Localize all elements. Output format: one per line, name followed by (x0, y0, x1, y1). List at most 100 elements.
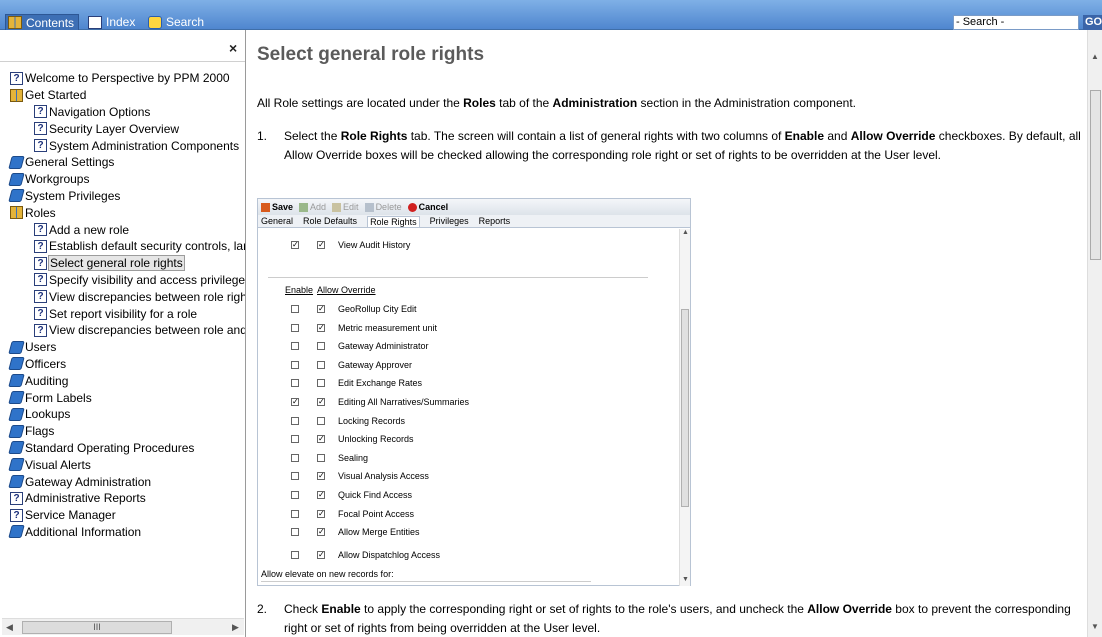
tab-search-label: Search (166, 15, 205, 29)
go-button[interactable]: GO (1083, 15, 1102, 30)
help-topic-icon: ? (34, 273, 47, 287)
tree-item[interactable]: Auditing (0, 372, 245, 389)
checked-checkbox: ✓ (317, 471, 325, 481)
scroll-left-icon[interactable]: ◀ (6, 622, 13, 633)
tree-item[interactable]: ? Set report visibility for a role (0, 305, 245, 322)
tree-item-label: Welcome to Perspective by PPM 2000 (25, 71, 230, 86)
right-label: Allow Dispatchlog Access (338, 550, 441, 560)
tree-item[interactable]: ? Navigation Options (0, 104, 245, 121)
tree-item[interactable]: Get Started (0, 87, 245, 104)
help-toolbar: Contents Index Search - Search - GO (0, 0, 1102, 31)
tree-item-label: Flags (25, 424, 55, 439)
closed-book-icon (8, 458, 25, 472)
toolbar-label: Cancel (418, 202, 449, 212)
right-label: Visual Analysis Access (338, 471, 429, 482)
open-book-icon (10, 206, 23, 220)
tree-item[interactable]: ? View discrepancies between role and (0, 322, 245, 339)
step-1-number: 1. (257, 129, 268, 143)
edit-button: Edit (332, 202, 359, 212)
text-segment: Check (284, 602, 322, 616)
search-input[interactable]: - Search - (953, 15, 1079, 30)
tree-item-label: System Administration Components (49, 138, 240, 153)
scroll-up-icon[interactable]: ▲ (1091, 52, 1099, 61)
tree-item[interactable]: ? View discrepancies between role rights (0, 288, 245, 305)
tree-item[interactable]: Officers (0, 356, 245, 373)
help-topic-icon: ? (34, 323, 47, 337)
tree-item[interactable]: Workgroups (0, 171, 245, 188)
scrollbar-thumb[interactable]: III (22, 621, 172, 634)
help-topic-icon: ? (34, 307, 47, 321)
closed-book-icon (8, 424, 25, 438)
scroll-right-icon[interactable]: ▶ (232, 622, 239, 633)
tree-item[interactable]: Users (0, 339, 245, 356)
tree-item[interactable]: ? Add a new role (0, 221, 245, 238)
unchecked-checkbox (291, 551, 299, 559)
tree-item-label: General Settings (25, 155, 115, 170)
enable-column-header: Enable (285, 285, 314, 295)
screenshot-scrollbar: ▲ ▼ (679, 229, 690, 586)
tree-item[interactable]: ? Establish default security controls, la… (0, 238, 245, 255)
tree-item[interactable]: Form Labels (0, 389, 245, 406)
right-label: Gateway Administrator (338, 341, 429, 352)
toolbar-label: Save (272, 202, 294, 212)
save-button: Save (261, 202, 293, 212)
contents-panel: × ? Welcome to Perspective by PPM 2000 Get… (0, 30, 246, 637)
bold-term: Allow Override (850, 129, 936, 143)
checked-checkbox: ✓ (317, 508, 325, 518)
tree-item[interactable]: General Settings (0, 154, 245, 171)
tab-contents[interactable]: Contents (5, 14, 80, 31)
vertical-scrollbar[interactable]: ▲ ▼ (1087, 30, 1102, 637)
search-bubble-icon (148, 15, 162, 29)
contents-book-icon (8, 16, 22, 29)
tree-item[interactable]: Lookups (0, 406, 245, 423)
tree-item[interactable]: ? Specify visibility and access privilege… (0, 272, 245, 289)
help-topic-icon: ? (10, 71, 23, 85)
checked-checkbox: ✓ (317, 434, 325, 444)
help-topic-icon: ? (34, 122, 47, 136)
close-icon[interactable]: × (229, 40, 237, 56)
unchecked-checkbox (291, 528, 299, 537)
tree-item[interactable]: Roles (0, 204, 245, 221)
unchecked-checkbox (291, 435, 299, 444)
tree-item[interactable]: Additional Information (0, 524, 245, 541)
right-label: View Audit History (338, 240, 411, 250)
tree-item-label: Select general role rights (48, 255, 185, 272)
delete-button: Delete (364, 202, 402, 212)
checked-checkbox: ✓ (317, 397, 325, 406)
scrollbar-thumb[interactable] (1090, 90, 1101, 260)
tree-item[interactable]: ? System Administration Components (0, 137, 245, 154)
closed-book-icon (8, 475, 25, 489)
tree-item-label: View discrepancies between role and (49, 323, 245, 338)
scroll-up-icon: ▲ (682, 229, 689, 236)
tab-search[interactable]: Search (148, 14, 204, 30)
unchecked-checkbox (291, 416, 299, 425)
tree-item[interactable]: ? Select general role rights (0, 255, 245, 272)
checked-checkbox: ✓ (317, 240, 325, 249)
tree-item[interactable]: System Privileges (0, 188, 245, 205)
tree-item[interactable]: ? Security Layer Overview (0, 120, 245, 137)
tree-item[interactable]: Gateway Administration (0, 473, 245, 490)
tab-index[interactable]: Index (88, 14, 135, 30)
screenshot-tabs: General Role Defaults Role Rights Privilege… (258, 215, 690, 228)
horizontal-scrollbar[interactable]: ◀ III ▶ (2, 618, 244, 635)
checked-checkbox: ✓ (317, 550, 325, 559)
closed-book-icon (8, 340, 25, 354)
tree-item[interactable]: ? Welcome to Perspective by PPM 2000 (0, 70, 245, 87)
closed-book-icon (8, 155, 25, 169)
unchecked-checkbox (317, 416, 325, 425)
tree-item[interactable]: ? Service Manager (0, 507, 245, 524)
edit-icon (332, 202, 342, 212)
tree-item-label: Lookups (25, 407, 71, 422)
right-label: GeoRollup City Edit (338, 304, 417, 314)
tree-item[interactable]: Standard Operating Procedures (0, 440, 245, 457)
unchecked-checkbox (317, 342, 325, 351)
tree-item[interactable]: Flags (0, 423, 245, 440)
unchecked-checkbox (291, 509, 299, 518)
tree-item[interactable]: Visual Alerts (0, 456, 245, 473)
right-label: Edit Exchange Rates (338, 378, 423, 389)
page-title: Select general role rights (257, 44, 485, 65)
scroll-down-icon[interactable]: ▼ (1091, 622, 1099, 631)
tree-item[interactable]: ? Administrative Reports (0, 490, 245, 507)
unchecked-checkbox (291, 360, 299, 369)
open-book-icon (10, 88, 23, 102)
